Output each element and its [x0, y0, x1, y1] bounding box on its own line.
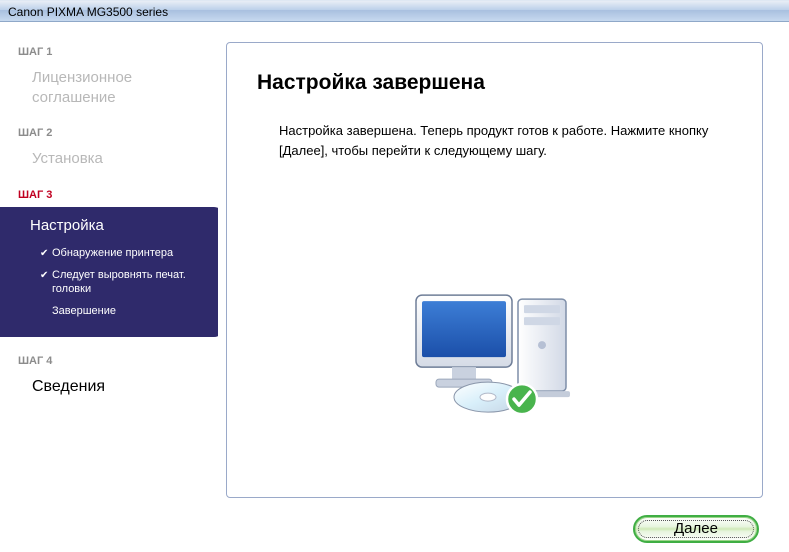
substep-align-heads: ✔ Следует выровнять печат. головки	[30, 264, 214, 301]
computer-setup-illustration	[400, 269, 590, 424]
sidebar: ШАГ 1 Лицензионное соглашение ШАГ 2 Уста…	[0, 22, 218, 506]
step-label-3: ШАГ 3	[0, 179, 218, 207]
window-title: Canon PIXMA MG3500 series	[8, 5, 168, 19]
next-button[interactable]: Далее	[633, 515, 759, 543]
substep-label: Обнаружение принтера	[52, 246, 214, 260]
substep-detect-printer: ✔ Обнаружение принтера	[30, 242, 214, 264]
main-heading: Настройка завершена	[257, 71, 732, 95]
step-label-2: ШАГ 2	[0, 117, 218, 145]
footer: Далее	[0, 506, 789, 552]
step-label-1: ШАГ 1	[0, 36, 218, 64]
step-title-4: Сведения	[0, 373, 218, 408]
main-panel: Настройка завершена Настройка завершена.…	[226, 42, 763, 498]
step-title-2: Установка	[0, 145, 218, 179]
window-titlebar: Canon PIXMA MG3500 series	[0, 0, 789, 22]
substep-label: Завершение	[52, 304, 214, 318]
next-button-label: Далее	[674, 520, 718, 537]
step-label-4: ШАГ 4	[0, 345, 218, 373]
active-step-block: Настройка ✔ Обнаружение принтера ✔ Следу…	[0, 207, 218, 337]
content-area: ШАГ 1 Лицензионное соглашение ШАГ 2 Уста…	[0, 22, 789, 506]
check-icon: ✔	[40, 269, 52, 282]
substep-finish: Завершение	[30, 300, 214, 322]
substep-label: Следует выровнять печат. головки	[52, 268, 214, 297]
main-body-text: Настройка завершена. Теперь продукт гото…	[257, 121, 732, 161]
step-title-1: Лицензионное соглашение	[0, 64, 218, 117]
active-step-title: Настройка	[30, 217, 214, 234]
check-icon: ✔	[40, 247, 52, 260]
